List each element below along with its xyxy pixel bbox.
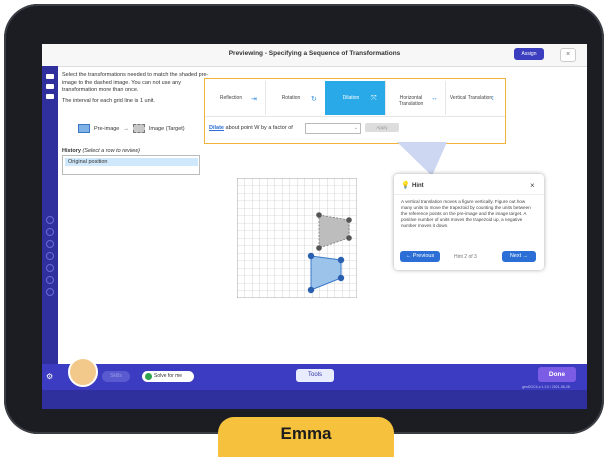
history-label: History: [62, 148, 81, 154]
progress-dot[interactable]: [46, 276, 54, 284]
rail-icon-3[interactable]: [46, 94, 54, 99]
tab-reflection[interactable]: Reflection ⇥: [205, 81, 266, 115]
vertical-arrows-icon: ↕: [491, 95, 495, 102]
avatar[interactable]: [68, 357, 98, 387]
pre-image-swatch: [78, 124, 90, 133]
instructions-text: Select the transformations needed to mat…: [62, 72, 209, 93]
dilate-link[interactable]: Dilate: [209, 125, 224, 131]
factor-select[interactable]: ⌄: [305, 123, 361, 134]
coordinate-grid: [236, 177, 358, 303]
transform-panel: Reflection ⇥ Rotation ↻ Dilation ⤧ Horiz…: [204, 78, 506, 144]
history-row[interactable]: Original position: [65, 158, 198, 166]
hint-popup: 💡 Hint × A vertical translation moves a …: [394, 174, 544, 270]
arrow-icon: →: [123, 125, 129, 132]
tab-dilation[interactable]: Dilation ⤧: [325, 81, 386, 115]
tab-label: Dilation: [342, 95, 360, 101]
tab-vertical-translation[interactable]: Vertical Translation ↕: [445, 81, 503, 115]
apply-button[interactable]: Apply: [365, 123, 399, 132]
progress-dot[interactable]: [46, 228, 54, 236]
previous-hint-button[interactable]: ← Previous: [400, 251, 440, 262]
tools-button[interactable]: Tools: [296, 369, 334, 382]
progress-dot[interactable]: [46, 240, 54, 248]
version-text: geoDOC4-v.1.1.0 / 2021-06-28: [522, 385, 570, 389]
tab-label: Vertical Translation: [449, 95, 493, 101]
status-dot-icon: [145, 373, 152, 380]
progress-dot[interactable]: [46, 264, 54, 272]
progress-dot[interactable]: [46, 252, 54, 260]
hint-title: Hint: [412, 183, 424, 189]
tab-rotation[interactable]: Rotation ↻: [265, 81, 326, 115]
rotation-icon: ↻: [311, 96, 317, 103]
lightbulb-icon: 💡: [401, 182, 410, 189]
instructions: Select the transformations needed to mat…: [62, 72, 212, 105]
grid-note: The interval for each grid line is 1 uni…: [62, 97, 155, 104]
assign-button[interactable]: Assign: [514, 48, 544, 60]
tab-label: Horizontal Translation: [398, 95, 424, 107]
dilate-controls: Dilate about point W by a factor of: [209, 125, 293, 131]
left-rail: [42, 66, 58, 364]
divider: [205, 116, 505, 117]
dilation-icon: ⤧: [371, 95, 377, 102]
image-swatch: [132, 124, 145, 133]
skills-button[interactable]: Skills: [102, 371, 130, 382]
legend-image-label: Image (Target): [148, 125, 185, 132]
tab-horizontal-translation[interactable]: Horizontal Translation ↔: [385, 81, 446, 115]
student-name-tab: Emma: [218, 417, 394, 457]
page-title: Previewing - Specifying a Sequence of Tr…: [228, 50, 401, 57]
history-heading: History (Select a row to review): [62, 148, 140, 154]
done-button[interactable]: Done: [538, 367, 576, 382]
app-screen: Previewing - Specifying a Sequence of Tr…: [42, 44, 587, 409]
solve-for-me-button[interactable]: Solve for me: [142, 371, 194, 382]
bottom-strip: [42, 390, 587, 409]
hint-pointer: [397, 142, 447, 176]
history-hint: (Select a row to review): [82, 148, 140, 154]
hint-counter: Hint 2 of 3: [454, 254, 477, 260]
tablet-frame: Previewing - Specifying a Sequence of Tr…: [4, 4, 604, 434]
gear-icon[interactable]: ⚙: [46, 372, 53, 381]
hint-pointer-shape: [397, 142, 447, 176]
divider: [394, 194, 544, 195]
history-list: Original position: [62, 155, 200, 175]
progress-dot[interactable]: [46, 216, 54, 224]
reflection-icon: ⇥: [251, 96, 257, 103]
legend: Pre-image → Image (Target): [78, 124, 185, 133]
close-button[interactable]: ×: [560, 48, 576, 62]
legend-pre-label: Pre-image: [94, 125, 120, 132]
rail-icon-1[interactable]: [46, 74, 54, 79]
next-hint-button[interactable]: Next →: [502, 251, 536, 262]
chevron-down-icon: ⌄: [353, 125, 358, 131]
close-icon[interactable]: ×: [530, 181, 535, 190]
tab-label: Reflection: [219, 95, 243, 101]
horizontal-arrows-icon: ↔: [431, 95, 438, 102]
progress-dot[interactable]: [46, 288, 54, 296]
top-bar: Previewing - Specifying a Sequence of Tr…: [42, 44, 587, 67]
grid-svg: [236, 177, 358, 299]
dilate-description: about point W by a factor of: [225, 125, 293, 131]
hint-text: A vertical translation moves a figure ve…: [401, 199, 531, 228]
rail-icon-2[interactable]: [46, 84, 54, 89]
solve-label: Solve for me: [154, 373, 183, 379]
tab-label: Rotation: [281, 95, 301, 101]
